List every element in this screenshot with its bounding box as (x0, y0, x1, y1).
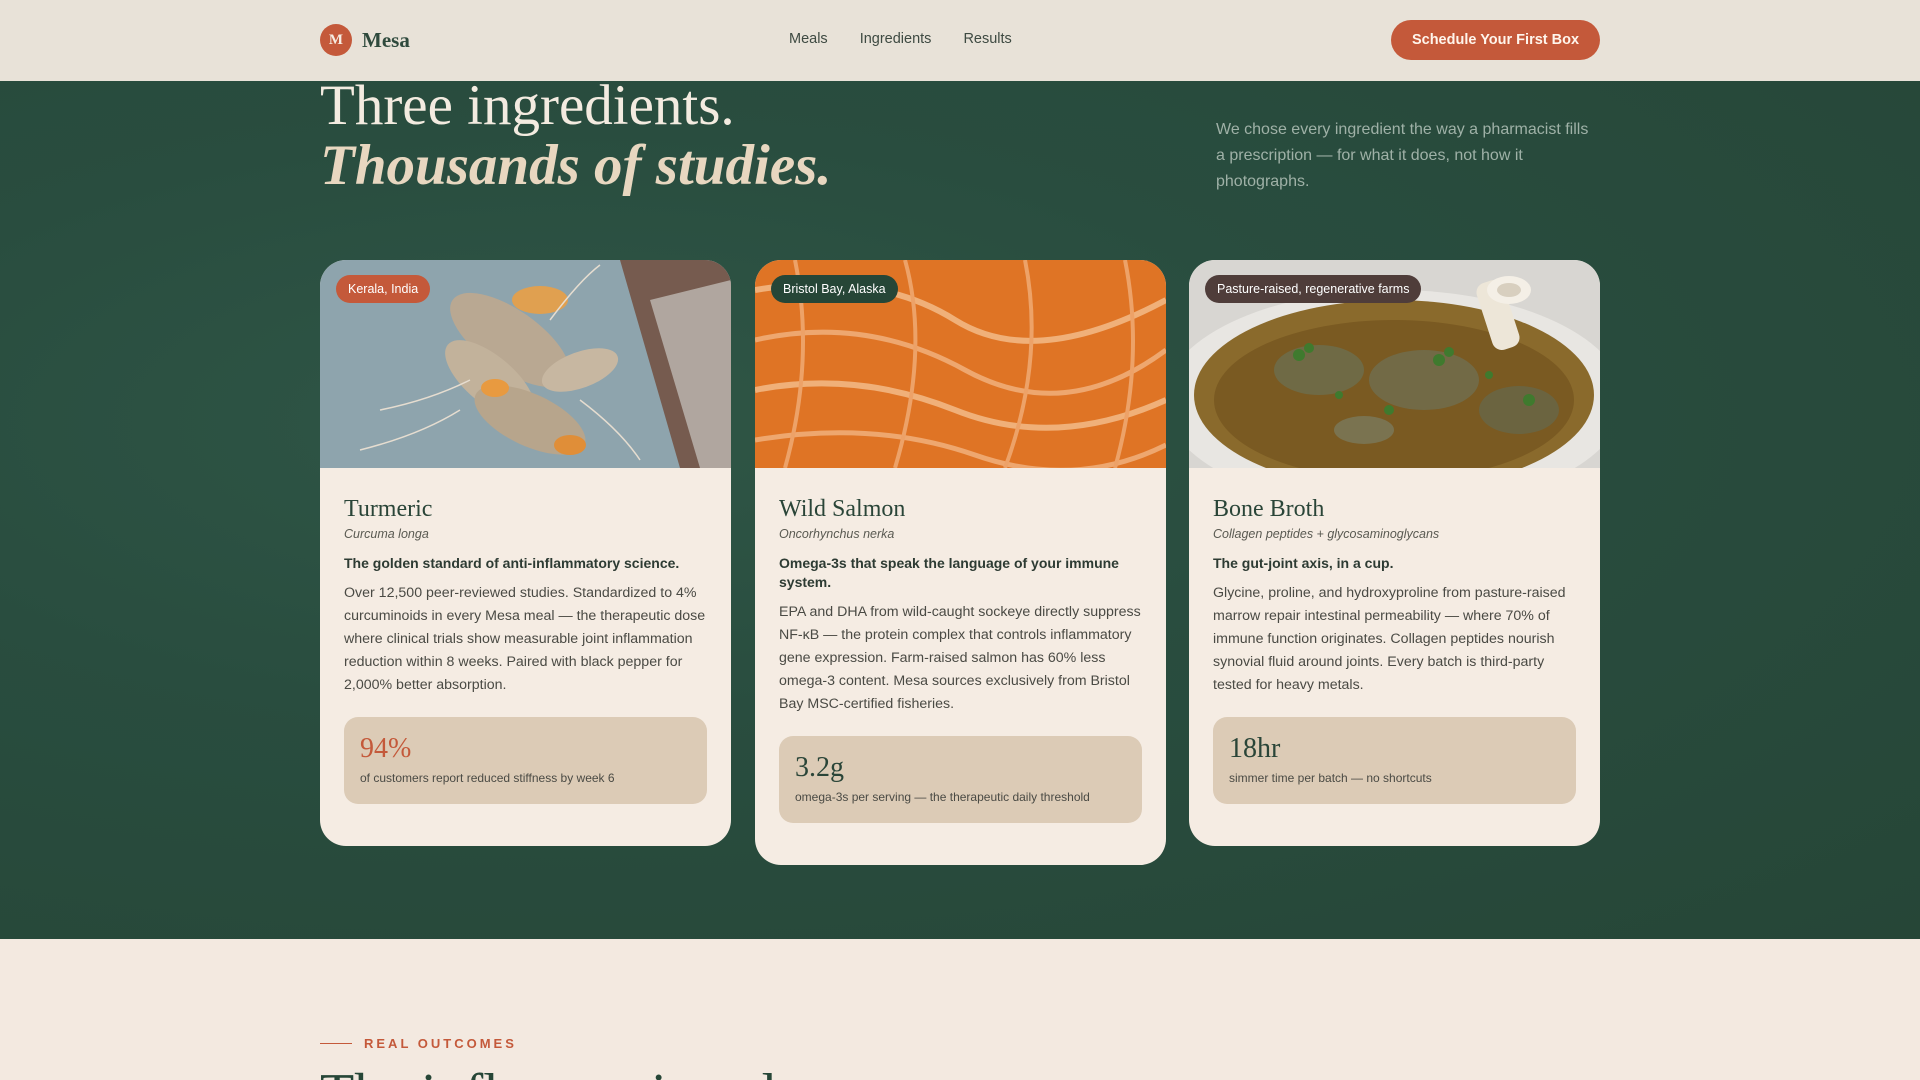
card-lead: The gut-joint axis, in a cup. (1213, 555, 1394, 571)
origin-badge: Bristol Bay, Alaska (771, 275, 898, 303)
eyebrow-rule (320, 1043, 352, 1044)
salmon-photo: Bristol Bay, Alaska (755, 260, 1166, 468)
card-scientific-name: Curcuma longa (344, 527, 429, 541)
hero-heading: Three ingredients. (320, 74, 735, 137)
origin-badge: Kerala, India (336, 275, 431, 303)
stat-value: 3.2g (795, 752, 844, 783)
card-description: EPA and DHA from wild-caught sockeye dir… (779, 604, 1141, 712)
top-navigation-bar: M Mesa Meals Ingredients Results Schedul… (0, 0, 1920, 81)
hero-description: We chose every ingredient the way a phar… (1216, 121, 1589, 190)
eyebrow-label: REAL OUTCOMES (364, 1036, 517, 1051)
stat-box: 3.2g omega-3s per serving — the therapeu… (779, 736, 1142, 823)
stat-box: 18hr simmer time per batch — no shortcut… (1213, 717, 1576, 804)
card-title: Turmeric (344, 496, 433, 522)
card-lead: Omega-3s that speak the language of your… (779, 555, 1119, 590)
ingredients-section: Three ingredients. Thousands of studies.… (0, 0, 1920, 939)
stat-caption: omega-3s per serving — the therapeutic d… (795, 790, 1090, 804)
stat-caption: simmer time per batch — no shortcuts (1229, 771, 1432, 785)
hero-subheading: Thousands of studies. (320, 134, 832, 197)
brand-mark-icon: M (320, 24, 352, 56)
nav-item-meals[interactable]: Meals (789, 31, 828, 47)
stat-value: 18hr (1229, 733, 1281, 764)
ingredient-card-turmeric: Kerala, India Turmeric Curcuma longa The… (320, 260, 731, 846)
card-description: Glycine, proline, and hydroxyproline fro… (1213, 585, 1566, 693)
card-title: Bone Broth (1213, 496, 1325, 522)
outcomes-heading: The inflammation eleva (320, 1066, 855, 1080)
origin-badge: Pasture-raised, regenerative farms (1205, 275, 1422, 303)
main-nav: Meals Ingredients Results (789, 31, 1044, 47)
stat-box: 94% of customers report reduced stiffnes… (344, 717, 707, 804)
bone-broth-photo: Pasture-raised, regenerative farms (1189, 260, 1600, 468)
card-description: Over 12,500 peer-reviewed studies. Stand… (344, 585, 706, 693)
nav-item-ingredients[interactable]: Ingredients (860, 31, 932, 47)
stat-value: 94% (360, 733, 412, 764)
ingredient-card-bone-broth: Pasture-raised, regenerative farms Bone … (1189, 260, 1600, 846)
card-lead: The golden standard of anti-inflammatory… (344, 555, 680, 571)
turmeric-photo: Kerala, India (320, 260, 731, 468)
brand-name: Mesa (362, 27, 410, 52)
section-eyebrow: REAL OUTCOMES (320, 1036, 517, 1051)
brand-logo[interactable]: M Mesa (320, 24, 410, 56)
card-scientific-name: Collagen peptides + glycosaminoglycans (1213, 527, 1440, 541)
schedule-first-box-button[interactable]: Schedule Your First Box (1391, 20, 1600, 60)
nav-item-results[interactable]: Results (963, 31, 1011, 47)
card-scientific-name: Oncorhynchus nerka (779, 527, 895, 541)
card-title: Wild Salmon (779, 496, 906, 522)
stat-caption: of customers report reduced stiffness by… (360, 771, 615, 785)
ingredient-card-salmon: Bristol Bay, Alaska Wild Salmon Oncorhyn… (755, 260, 1166, 865)
